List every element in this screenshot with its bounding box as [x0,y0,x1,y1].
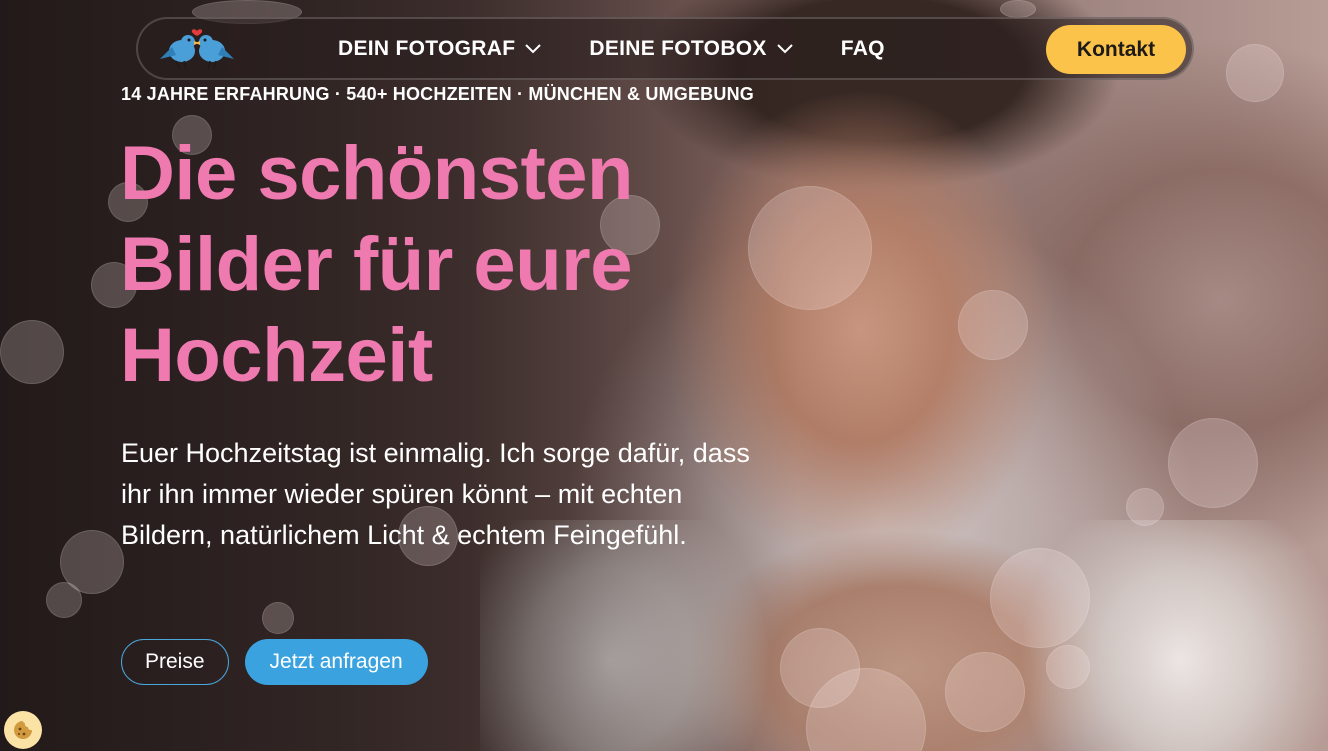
headline-line: Bilder für eure [120,222,632,307]
preise-button[interactable]: Preise [121,639,229,685]
two-birds-logo-icon [160,29,234,70]
headline-line: Hochzeit [120,313,433,398]
chevron-down-icon [777,43,793,53]
logo[interactable] [154,25,238,73]
hero-tagline: 14 JAHRE ERFAHRUNG · 540+ HOCHZEITEN · M… [121,84,754,104]
nav-item-dein-fotograf[interactable]: DEIN FOTOGRAF [338,36,542,61]
nav-links: DEIN FOTOGRAF DEINE FOTOBOX FAQ [338,19,933,78]
chevron-down-icon [525,43,542,53]
headline-line: Die schönsten [120,131,633,216]
nav-item-label: FAQ [840,36,885,60]
cookie-settings-button[interactable] [4,711,42,749]
kontakt-button[interactable]: Kontakt [1046,25,1186,74]
nav-item-deine-fotobox[interactable]: DEINE FOTOBOX [589,36,793,61]
nav-item-label: DEINE FOTOBOX [589,36,767,60]
nav-item-faq[interactable]: FAQ [841,37,885,61]
nav-item-label: DEIN FOTOGRAF [338,36,516,60]
main-navbar: DEIN FOTOGRAF DEINE FOTOBOX FAQ Kontakt [136,17,1194,80]
hero-headline: Die schönsten Bilder für eure Hochzeit [120,128,760,401]
jetzt-anfragen-button[interactable]: Jetzt anfragen [244,639,428,685]
hero-buttons: Preise Jetzt anfragen [121,639,428,685]
cookie-icon [14,721,32,739]
hero-subtext: Euer Hochzeitstag ist einmalig. Ich sorg… [121,438,750,550]
